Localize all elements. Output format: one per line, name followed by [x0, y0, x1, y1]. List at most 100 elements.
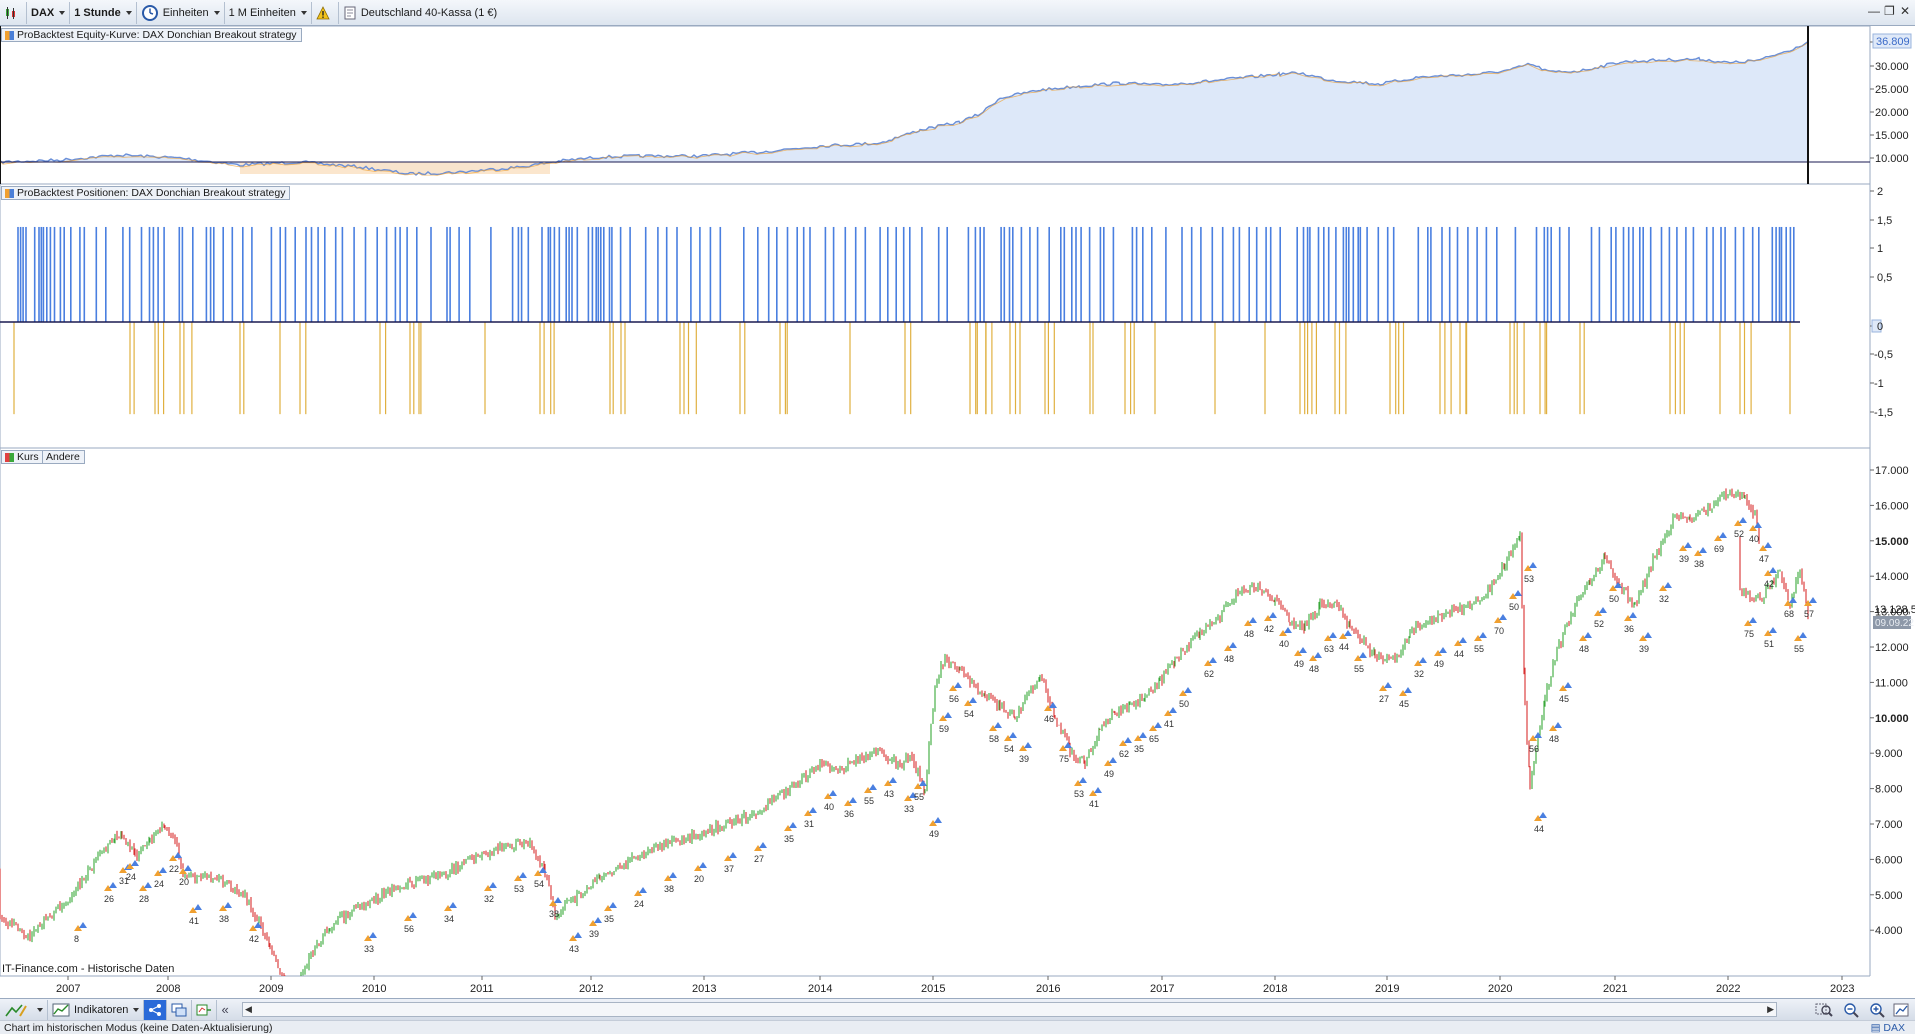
trade-count-label: 32 [1659, 594, 1669, 604]
trade-count-label: 69 [1714, 544, 1724, 554]
positions-y-label: 0,5 [1877, 272, 1892, 284]
other-panel-tag[interactable]: Andere [42, 450, 85, 464]
bottom-toolbar: Indikatoren « ◀ ▶ [0, 998, 1915, 1020]
restore-icon[interactable]: ❐ [1884, 4, 1895, 18]
chevron-down-icon [213, 10, 220, 15]
warning-button[interactable] [312, 1, 339, 24]
equity-panel-tag[interactable]: ProBacktest Equity-Kurve: DAX Donchian B… [1, 28, 302, 42]
positions-y-label: 1,5 [1877, 215, 1892, 227]
instrument-label: DAX [31, 6, 55, 19]
positions-panel-tag[interactable]: ProBacktest Positionen: DAX Donchian Bre… [1, 186, 291, 200]
trade-count-label: 33 [904, 804, 914, 814]
trade-count-label: 49 [1104, 769, 1114, 779]
positions-chart[interactable]: 2 1,5 1 0,5 0 -0,5 -1 -1,5 [0, 184, 1915, 448]
zoom-in-icon[interactable] [1869, 1002, 1887, 1018]
price-y-label: 11.000 [1875, 677, 1908, 689]
zoom-area-icon[interactable] [1815, 1002, 1833, 1018]
units-selector[interactable]: Einheiten [137, 1, 225, 24]
chart-settings-icon[interactable] [1893, 1002, 1911, 1018]
trade-count-label: 53 [514, 884, 524, 894]
trade-count-label: 42 [249, 934, 259, 944]
trade-count-label: 55 [1794, 644, 1804, 654]
positions-y-label: -0,5 [1874, 349, 1893, 361]
history-scrollbar[interactable]: ◀ ▶ [242, 1002, 1777, 1017]
positions-y-label: 1 [1877, 243, 1883, 255]
instrument-selector[interactable]: DAX [27, 1, 71, 24]
time-axis-year-label: 2018 [1263, 983, 1287, 995]
price-y-label: 8.000 [1875, 784, 1903, 796]
equity-y-label: 20.000 [1875, 107, 1909, 119]
status-bar: Chart im historischen Modus (keine Daten… [0, 1020, 1915, 1034]
share-icon [149, 1003, 162, 1016]
units-count-selector[interactable]: 1 M Einheiten [225, 1, 312, 24]
trade-count-label: 53 [1524, 574, 1534, 584]
time-axis-year-label: 2021 [1603, 983, 1627, 995]
scroll-left-icon[interactable]: ◀ [245, 1004, 252, 1015]
candlestick-icon [6, 6, 15, 19]
positions-panel-title: ProBacktest Positionen: DAX Donchian Bre… [17, 187, 286, 199]
trade-count-label: 52 [1734, 529, 1744, 539]
trade-count-label: 54 [1004, 744, 1014, 754]
chart-type-button[interactable] [0, 1, 27, 24]
chevron-down-icon [59, 10, 66, 15]
price-panel-tag[interactable]: Kurs [1, 450, 44, 464]
trade-count-label: 44 [1534, 824, 1544, 834]
scroll-right-icon[interactable]: ▶ [1767, 1004, 1774, 1015]
scroll-start-button[interactable]: « [217, 1000, 232, 1020]
trade-count-label: 56 [1529, 744, 1539, 754]
time-axis[interactable]: 2007 2008 2009 2010 2011 2012 2013 2014 2015 2016… [0, 976, 1915, 998]
trade-count-label: 38 [219, 914, 229, 924]
zoom-out-icon[interactable] [1843, 1002, 1861, 1018]
price-chart[interactable]: 82631242824222041 38423356343253 543843393… [0, 448, 1915, 976]
current-date-label: 09.09.22 [1875, 618, 1914, 629]
price-y-label: 9.000 [1875, 748, 1903, 760]
trade-count-label: 39 [589, 929, 599, 939]
status-instrument[interactable]: ▤ DAX [1871, 1021, 1905, 1034]
time-axis-year-label: 2017 [1150, 983, 1174, 995]
trade-count-label: 41 [1164, 719, 1174, 729]
trade-count-label: 20 [694, 874, 704, 884]
candlestick-color-icon [5, 452, 14, 462]
trade-count-label: 46 [1044, 714, 1054, 724]
chevron-down-icon [37, 1007, 43, 1012]
export-icon [196, 1004, 212, 1015]
equity-curve-chart[interactable]: 35.00030.00025.00020.00015.00010.00036.8… [0, 26, 1915, 184]
minimize-icon[interactable]: — [1868, 4, 1880, 18]
close-icon[interactable]: ✕ [1900, 4, 1910, 18]
trade-count-label: 63 [1324, 644, 1334, 654]
trade-count-label: 8 [74, 934, 79, 944]
trade-count-label: 45 [1559, 694, 1569, 704]
time-axis-year-label: 2008 [156, 983, 180, 995]
trade-count-label: 49 [1294, 659, 1304, 669]
price-y-label: 12.000 [1875, 642, 1909, 654]
indicators-button[interactable]: Indikatoren [48, 999, 145, 1020]
trade-count-label: 40 [1749, 534, 1759, 544]
equity-y-label: 30.000 [1875, 61, 1909, 73]
time-axis-year-label: 2019 [1375, 983, 1399, 995]
chevron-down-icon [300, 10, 307, 15]
trade-count-label: 20 [179, 877, 189, 887]
timeframe-selector[interactable]: 1 Stunde [70, 1, 137, 24]
trade-count-label: 39 [1679, 554, 1689, 564]
drawing-tools-button[interactable] [0, 999, 48, 1020]
trade-count-label: 56 [404, 924, 414, 934]
chart-mini-icon: ▤ [1870, 1022, 1884, 1034]
trade-count-label: 55 [914, 792, 924, 802]
trade-count-label: 45 [1399, 699, 1409, 709]
trade-count-label: 55 [864, 796, 874, 806]
drawing-tools-icon [5, 1003, 27, 1017]
time-axis-bg [0, 976, 1915, 998]
price-y-label: 17.000 [1875, 465, 1909, 477]
window-layout-button[interactable] [167, 999, 193, 1020]
trade-count-label: 39 [1019, 754, 1029, 764]
trade-count-label: 31 [804, 819, 814, 829]
trade-count-label: 62 [1119, 749, 1129, 759]
trade-count-label: 32 [484, 894, 494, 904]
share-button[interactable] [144, 999, 168, 1020]
trade-count-label: 49 [1434, 659, 1444, 669]
chevron-down-icon [133, 1007, 140, 1012]
trade-count-label: 48 [1224, 654, 1234, 664]
positions-y-label: -1 [1874, 378, 1884, 390]
export-button[interactable] [192, 999, 218, 1020]
instrument-info[interactable]: Deutschland 40-Kassa (1 €) [339, 2, 501, 24]
